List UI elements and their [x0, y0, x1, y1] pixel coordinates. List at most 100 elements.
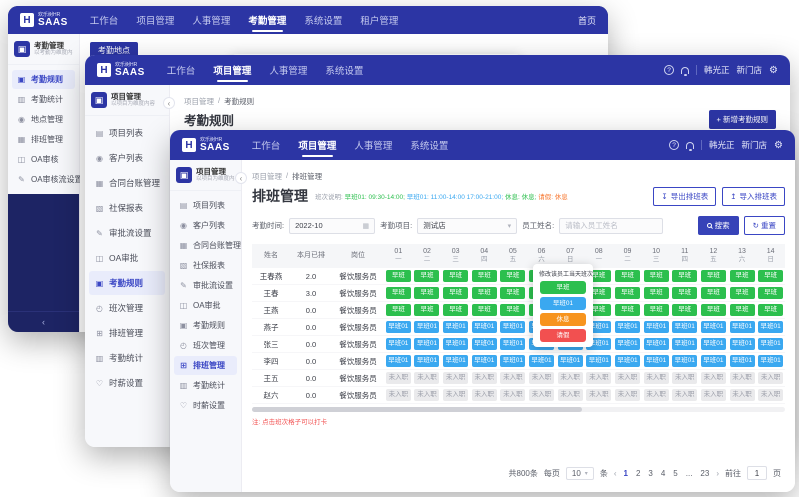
- shift-badge[interactable]: 早班01: [701, 321, 726, 333]
- sidebar-item-attendance-rules[interactable]: ▣考勤规则: [12, 70, 75, 89]
- shift-badge[interactable]: 未入职: [472, 389, 497, 401]
- shift-badge[interactable]: 早班01: [758, 321, 783, 333]
- sidebar-collapse-button[interactable]: ‹: [163, 97, 175, 109]
- shift-badge[interactable]: 未入职: [701, 372, 726, 384]
- shift-badge[interactable]: 未入职: [558, 389, 583, 401]
- shift-badge[interactable]: 早班: [472, 287, 497, 299]
- shift-badge[interactable]: 早班01: [615, 338, 640, 350]
- shift-badge[interactable]: 早班01: [730, 338, 755, 350]
- shift-badge[interactable]: 早班01: [472, 355, 497, 367]
- shift-badge[interactable]: 早班01: [644, 355, 669, 367]
- shift-badge[interactable]: 早班: [386, 287, 411, 299]
- sidebar-item-attendance-stats[interactable]: ▥考勤统计: [89, 346, 165, 370]
- sidebar-item-hourly-wage-settings[interactable]: ♡时薪设置: [89, 371, 165, 395]
- shift-badge[interactable]: 早班01: [414, 355, 439, 367]
- sidebar-item-oa-review-flow-settings[interactable]: ✎OA审核流设置: [12, 170, 75, 189]
- sidebar-item-location-mgmt[interactable]: ◉地点管理: [12, 110, 75, 129]
- shift-badge[interactable]: 早班: [758, 304, 783, 316]
- prev-page-button[interactable]: ‹: [614, 469, 617, 478]
- shift-badge[interactable]: 早班01: [500, 338, 525, 350]
- shift-badge[interactable]: 早班: [644, 270, 669, 282]
- shift-badge[interactable]: 早班01: [386, 321, 411, 333]
- shift-badge[interactable]: 未入职: [758, 389, 783, 401]
- page-number[interactable]: 3: [647, 469, 653, 478]
- nav-item-system-settings[interactable]: 系统设置: [304, 6, 342, 35]
- shift-badge[interactable]: 早班: [443, 287, 468, 299]
- nav-item-project-mgmt[interactable]: 项目管理: [213, 55, 251, 85]
- home-link[interactable]: 首页: [578, 14, 596, 27]
- store-name[interactable]: 新门店: [737, 64, 763, 76]
- shift-badge[interactable]: 未入职: [443, 372, 468, 384]
- shift-badge[interactable]: 早班01: [672, 355, 697, 367]
- sidebar-item-shift-mgmt[interactable]: ◴班次管理: [174, 336, 237, 355]
- nav-item-tenant-mgmt[interactable]: 租户管理: [360, 6, 398, 35]
- attendance-month-field[interactable]: ▦: [289, 218, 375, 234]
- shift-badge[interactable]: 未入职: [558, 372, 583, 384]
- sidebar-collapse-button[interactable]: ‹: [8, 311, 79, 332]
- scrollbar-thumb[interactable]: [252, 407, 582, 412]
- shift-badge[interactable]: 早班: [644, 287, 669, 299]
- sidebar-item-attendance-stats[interactable]: ▥考勤统计: [174, 376, 237, 395]
- sidebar-item-schedule-mgmt[interactable]: ⊞排班管理: [174, 356, 237, 375]
- sidebar-item-contract-ledger[interactable]: ▦合同台账管理: [174, 236, 237, 255]
- settings-gear-icon[interactable]: ⚙: [774, 140, 783, 151]
- sidebar-item-approval-flow-settings[interactable]: ✎审批流设置: [89, 221, 165, 245]
- sidebar-item-hourly-wage-settings[interactable]: ♡时薪设置: [174, 396, 237, 415]
- shift-badge[interactable]: 未入职: [472, 372, 497, 384]
- shift-badge[interactable]: 早班: [730, 287, 755, 299]
- shift-badge[interactable]: 早班01: [443, 355, 468, 367]
- sidebar-item-attendance-stats[interactable]: ▥考勤统计: [12, 90, 75, 109]
- shift-badge[interactable]: 早班: [730, 304, 755, 316]
- shift-option-orange[interactable]: 休息: [540, 313, 586, 326]
- sidebar-item-oa-review[interactable]: ◫OA审核: [12, 150, 75, 169]
- sidebar-item-attendance-rules[interactable]: ▣考勤规则: [174, 316, 237, 335]
- shift-badge[interactable]: 早班: [500, 287, 525, 299]
- shift-badge[interactable]: 早班: [758, 287, 783, 299]
- sidebar-item-customer-list[interactable]: ◉客户列表: [174, 216, 237, 235]
- shift-badge[interactable]: 早班01: [701, 355, 726, 367]
- attendance-month-input[interactable]: [295, 221, 358, 230]
- nav-item-hr-mgmt[interactable]: 人事管理: [269, 55, 307, 85]
- help-icon[interactable]: ?: [664, 65, 674, 75]
- search-button[interactable]: 搜索: [698, 216, 739, 235]
- shift-badge[interactable]: 未入职: [414, 389, 439, 401]
- sidebar-item-shift-mgmt[interactable]: ◴班次管理: [89, 296, 165, 320]
- sidebar-collapse-button[interactable]: ‹: [235, 172, 247, 184]
- shift-badge[interactable]: 未入职: [644, 372, 669, 384]
- sidebar-item-approval-flow-settings[interactable]: ✎审批流设置: [174, 276, 237, 295]
- shift-badge[interactable]: 未入职: [701, 389, 726, 401]
- sidebar-item-schedule-mgmt[interactable]: ⊞排班管理: [89, 321, 165, 345]
- shift-badge[interactable]: 早班: [443, 270, 468, 282]
- notification-bell-icon[interactable]: [681, 67, 689, 74]
- shift-badge[interactable]: 早班: [472, 304, 497, 316]
- shift-badge[interactable]: 早班: [701, 270, 726, 282]
- shift-badge[interactable]: 早班01: [672, 321, 697, 333]
- shift-badge[interactable]: 早班: [701, 287, 726, 299]
- sidebar-item-oa-approval[interactable]: ◫OA审批: [174, 296, 237, 315]
- page-number[interactable]: 1: [622, 469, 628, 478]
- horizontal-scrollbar[interactable]: [252, 407, 785, 412]
- notification-bell-icon[interactable]: [686, 142, 694, 149]
- shift-badge[interactable]: 早班01: [472, 338, 497, 350]
- nav-item-hr-mgmt[interactable]: 人事管理: [192, 6, 230, 35]
- shift-option-green[interactable]: 早班: [540, 281, 586, 294]
- shift-badge[interactable]: 未入职: [644, 389, 669, 401]
- sidebar-item-customer-list[interactable]: ◉客户列表: [89, 146, 165, 170]
- nav-item-attendance-mgmt[interactable]: 考勤管理: [248, 6, 286, 35]
- add-attendance-rule-button[interactable]: + 新增考勤规则: [709, 110, 776, 129]
- shift-badge[interactable]: 早班01: [758, 355, 783, 367]
- shift-badge[interactable]: 早班01: [414, 338, 439, 350]
- shift-badge[interactable]: 早班: [672, 270, 697, 282]
- shift-badge[interactable]: 早班: [500, 270, 525, 282]
- shift-badge[interactable]: 早班01: [730, 355, 755, 367]
- help-icon[interactable]: ?: [669, 140, 679, 150]
- settings-gear-icon[interactable]: ⚙: [769, 65, 778, 76]
- shift-badge[interactable]: 未入职: [615, 389, 640, 401]
- shift-badge[interactable]: 早班: [414, 304, 439, 316]
- shift-badge[interactable]: 早班01: [701, 338, 726, 350]
- shift-badge[interactable]: 早班01: [730, 321, 755, 333]
- shift-badge[interactable]: 早班01: [758, 338, 783, 350]
- shift-badge[interactable]: 未入职: [586, 389, 611, 401]
- sidebar-item-social-security-report[interactable]: ▧社保报表: [174, 256, 237, 275]
- shift-badge[interactable]: 未入职: [615, 372, 640, 384]
